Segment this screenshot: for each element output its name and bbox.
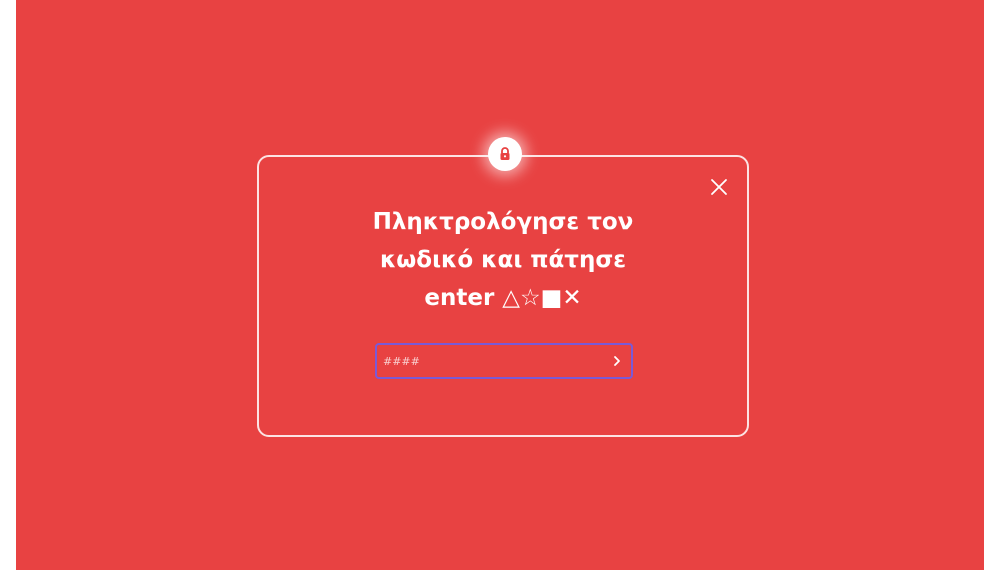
lock-badge <box>488 137 522 171</box>
close-button[interactable] <box>709 177 729 197</box>
dialog-title-line: Πληκτρολόγησε τον <box>372 209 634 235</box>
dialog-title-line: κωδικό και πάτησε <box>379 247 627 273</box>
submit-button[interactable] <box>603 345 631 377</box>
chevron-right-icon <box>614 356 620 366</box>
dialog-title: Πληκτρολόγησε τον κωδικό και πάτησε ente… <box>259 203 747 317</box>
dialog-title-line: enter △☆■✕ <box>424 285 582 311</box>
code-entry-dialog: Πληκτρολόγησε τον κωδικό και πάτησε ente… <box>257 137 749 437</box>
page-background: Πληκτρολόγησε τον κωδικό και πάτησε ente… <box>16 0 984 570</box>
code-field <box>375 343 633 379</box>
code-input[interactable] <box>377 345 603 377</box>
lock-icon <box>500 147 510 160</box>
close-icon <box>711 179 727 195</box>
